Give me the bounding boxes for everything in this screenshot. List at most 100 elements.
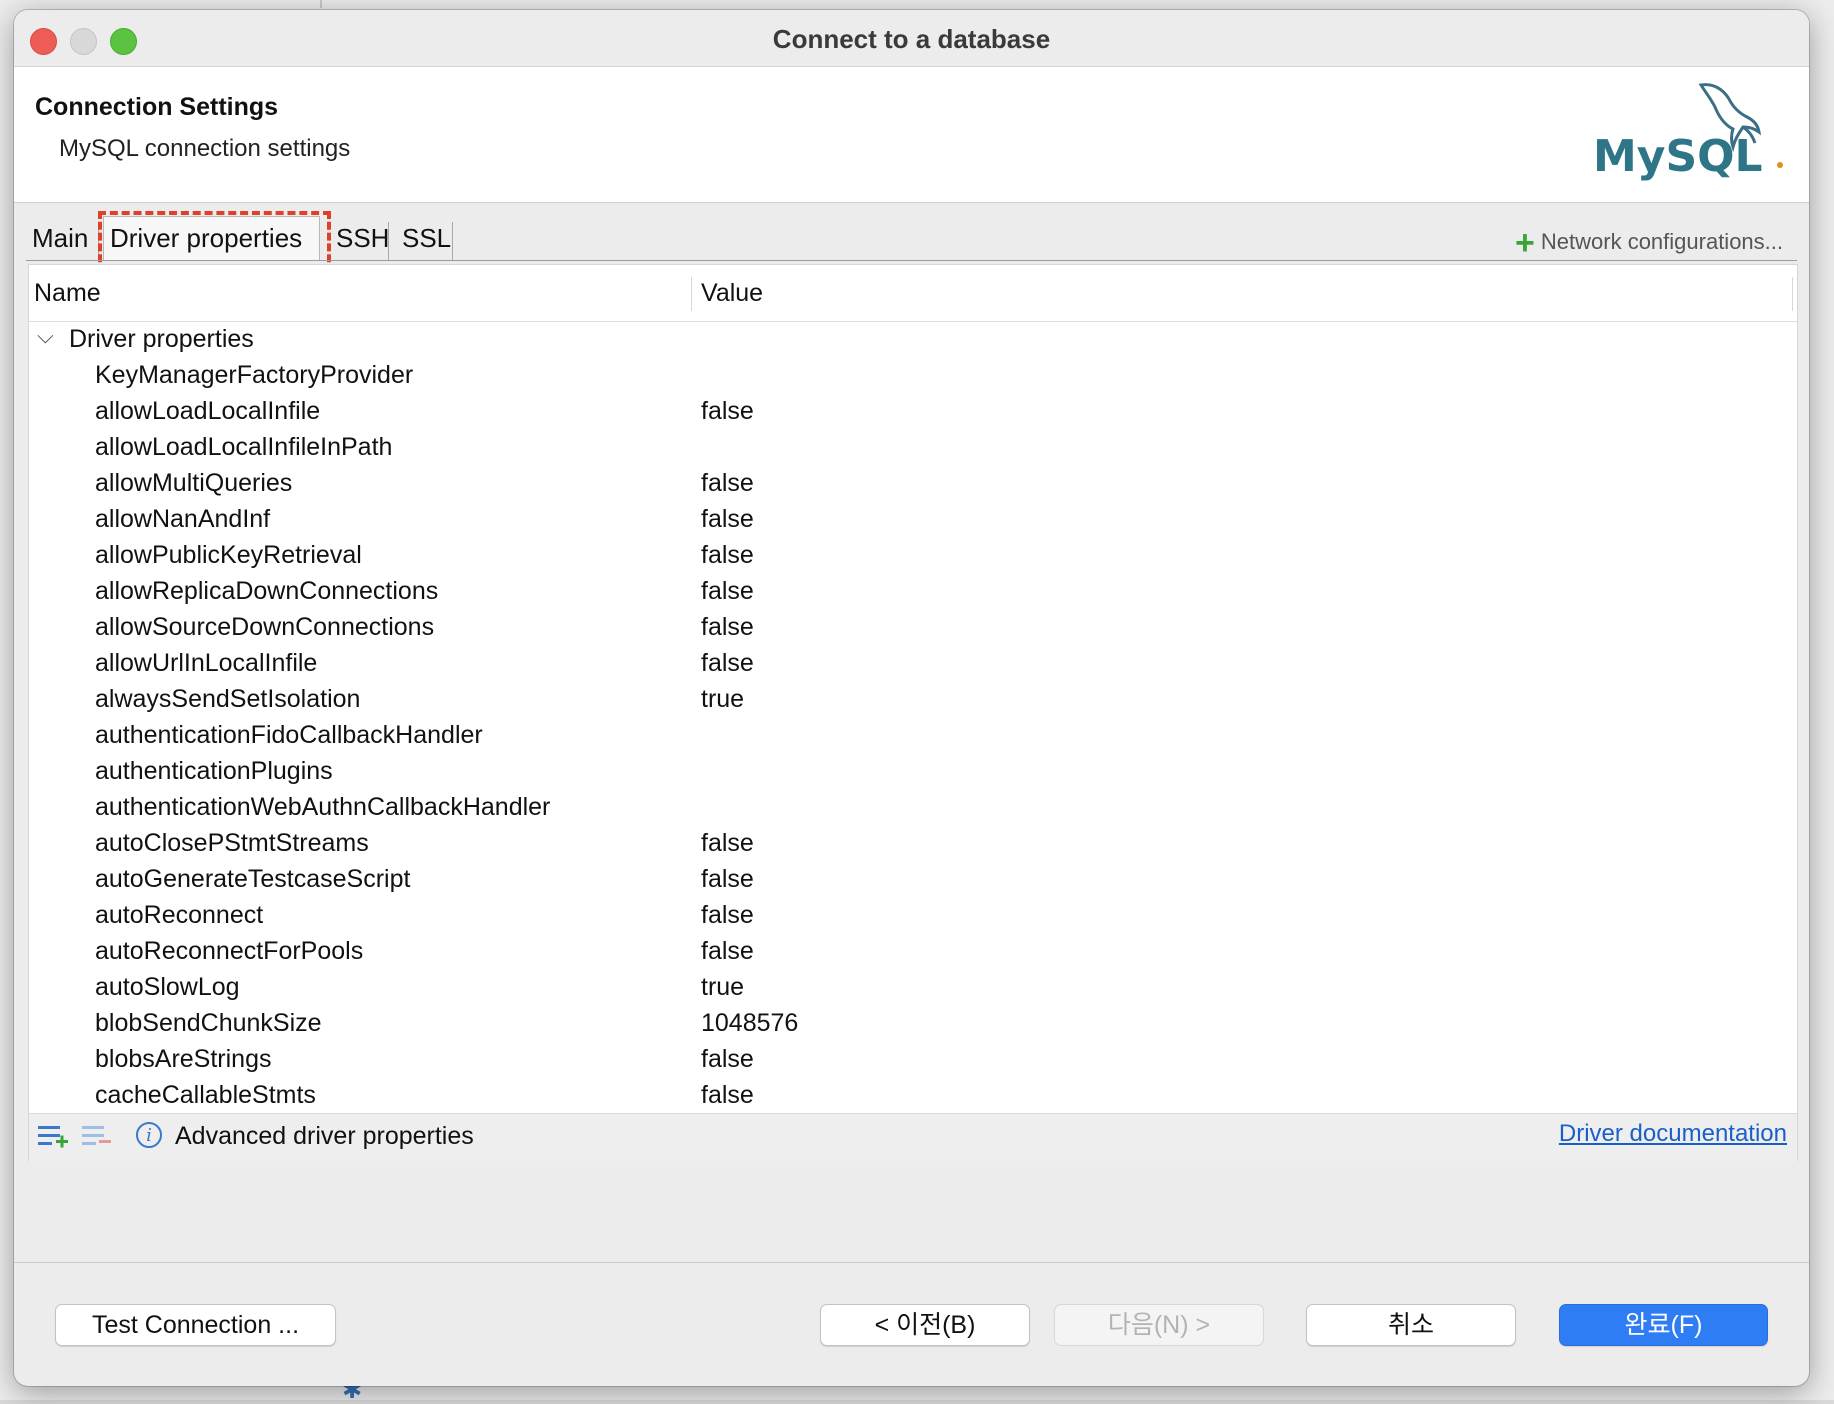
property-name: cacheCallableStmts <box>95 1081 316 1109</box>
table-row[interactable]: autoGenerateTestcaseScript false <box>29 861 1797 897</box>
table-row[interactable]: allowPublicKeyRetrieval false <box>29 537 1797 573</box>
property-value[interactable]: true <box>701 973 744 1002</box>
chevron-down-icon[interactable]: ⌵ <box>37 323 54 349</box>
dialog-window: Connect to a database Connection Setting… <box>14 10 1809 1386</box>
property-value[interactable]: false <box>701 505 754 534</box>
info-icon: i <box>136 1122 162 1148</box>
table-row[interactable]: autoSlowLog true <box>29 969 1797 1005</box>
property-name: allowMultiQueries <box>95 469 293 497</box>
property-value[interactable]: false <box>701 865 754 894</box>
table-row[interactable]: authenticationPlugins <box>29 753 1797 789</box>
back-button[interactable]: < 이전(B) <box>820 1304 1030 1346</box>
property-name: autoReconnect <box>95 901 264 929</box>
property-name: blobSendChunkSize <box>95 1009 322 1037</box>
test-connection-button[interactable]: Test Connection ... <box>55 1304 336 1346</box>
property-name: allowUrlInLocalInfile <box>95 649 318 677</box>
table-row[interactable]: allowUrlInLocalInfile false <box>29 645 1797 681</box>
tab-separator <box>388 222 389 260</box>
table-row[interactable]: alwaysSendSetIsolation true <box>29 681 1797 717</box>
panel-footer: i Advanced driver properties Driver docu… <box>29 1113 1797 1161</box>
tab-ssl[interactable]: SSL <box>396 218 457 258</box>
network-configurations-button[interactable]: + Network configurations... <box>1515 224 1783 263</box>
property-value[interactable]: false <box>701 1045 754 1074</box>
property-name: autoSlowLog <box>95 973 240 1001</box>
network-configurations-label: Network configurations... <box>1540 229 1783 254</box>
mysql-logo-icon: MySQL <box>1593 83 1783 182</box>
table-row[interactable]: autoReconnect false <box>29 897 1797 933</box>
svg-text:MySQL: MySQL <box>1593 131 1763 182</box>
plus-icon: + <box>1515 224 1535 262</box>
property-value[interactable]: false <box>701 613 754 642</box>
tree-group-driver-properties[interactable]: ⌵ Driver properties <box>29 321 1797 357</box>
table-row[interactable]: allowReplicaDownConnections false <box>29 573 1797 609</box>
add-property-icon[interactable] <box>37 1123 69 1151</box>
property-value[interactable]: false <box>701 397 754 426</box>
header-subtitle: MySQL connection settings <box>59 135 351 162</box>
property-value[interactable]: false <box>701 829 754 858</box>
tab-separator <box>98 222 99 260</box>
finish-button[interactable]: 완료(F) <box>1559 1304 1768 1346</box>
title-bar: Connect to a database <box>14 10 1809 67</box>
table-row[interactable]: authenticationFidoCallbackHandler <box>29 717 1797 753</box>
tab-driver-properties[interactable]: Driver properties <box>103 216 320 260</box>
tab-bar: Main Driver properties SSH SSL + Network … <box>14 202 1809 273</box>
property-value[interactable]: false <box>701 1081 754 1110</box>
group-label: Driver properties <box>69 325 254 353</box>
table-row[interactable]: allowSourceDownConnections false <box>29 609 1797 645</box>
property-name: authenticationFidoCallbackHandler <box>95 721 483 749</box>
table-row[interactable]: KeyManagerFactoryProvider <box>29 357 1797 393</box>
property-name: autoReconnectForPools <box>95 937 364 965</box>
tab-ssh[interactable]: SSH <box>330 218 395 258</box>
cancel-button[interactable]: 취소 <box>1306 1304 1516 1346</box>
table-row[interactable]: autoReconnectForPools false <box>29 933 1797 969</box>
properties-tree: ⌵ Driver properties KeyManagerFactoryPro… <box>29 321 1797 1113</box>
column-header-value[interactable]: Value <box>701 279 763 308</box>
property-name: autoGenerateTestcaseScript <box>95 865 411 893</box>
column-divider[interactable] <box>691 277 692 311</box>
property-value[interactable]: false <box>701 649 754 678</box>
property-name: blobsAreStrings <box>95 1045 272 1073</box>
tab-underline <box>26 260 1797 261</box>
property-name: authenticationPlugins <box>95 757 333 785</box>
window-title: Connect to a database <box>772 24 1051 54</box>
background-divider <box>320 0 322 8</box>
property-name: allowLoadLocalInfileInPath <box>95 433 393 461</box>
driver-properties-panel: Name Value ⌵ Driver properties KeyManage… <box>28 264 1798 1161</box>
column-divider <box>1792 277 1793 311</box>
property-value[interactable]: false <box>701 901 754 930</box>
property-name: allowSourceDownConnections <box>95 613 435 641</box>
table-row[interactable]: allowLoadLocalInfile false <box>29 393 1797 429</box>
property-value[interactable]: false <box>701 541 754 570</box>
driver-documentation-link[interactable]: Driver documentation <box>1559 1120 1787 1148</box>
tab-separator <box>452 222 453 260</box>
property-name: alwaysSendSetIsolation <box>95 685 361 713</box>
table-row[interactable]: blobSendChunkSize 1048576 <box>29 1005 1797 1041</box>
property-name: allowNanAndInf <box>95 505 271 533</box>
property-name: allowLoadLocalInfile <box>95 397 321 425</box>
property-value[interactable]: true <box>701 685 744 714</box>
table-row[interactable]: allowLoadLocalInfileInPath <box>29 429 1797 465</box>
property-name: allowPublicKeyRetrieval <box>95 541 362 569</box>
table-row[interactable]: allowMultiQueries false <box>29 465 1797 501</box>
table-row[interactable]: authenticationWebAuthnCallbackHandler <box>29 789 1797 825</box>
property-name: authenticationWebAuthnCallbackHandler <box>95 793 551 821</box>
connection-header: Connection Settings MySQL connection set… <box>14 67 1809 203</box>
advanced-driver-properties-label: Advanced driver properties <box>175 1122 474 1150</box>
column-header-name[interactable]: Name <box>34 279 101 308</box>
header-title: Connection Settings <box>35 93 279 121</box>
table-row[interactable]: cacheCallableStmts false <box>29 1077 1797 1113</box>
property-value[interactable]: 1048576 <box>701 1009 798 1038</box>
property-value[interactable]: false <box>701 937 754 966</box>
table-header: Name Value <box>29 265 1797 322</box>
remove-property-icon[interactable] <box>81 1123 113 1151</box>
property-name: allowReplicaDownConnections <box>95 577 439 605</box>
next-button[interactable]: 다음(N) > <box>1054 1304 1264 1346</box>
table-row[interactable]: blobsAreStrings false <box>29 1041 1797 1077</box>
table-row[interactable]: allowNanAndInf false <box>29 501 1797 537</box>
table-row[interactable]: autoClosePStmtStreams false <box>29 825 1797 861</box>
property-name: KeyManagerFactoryProvider <box>95 361 414 389</box>
property-value[interactable]: false <box>701 577 754 606</box>
property-value[interactable]: false <box>701 469 754 498</box>
tab-main[interactable]: Main <box>26 218 94 258</box>
property-name: autoClosePStmtStreams <box>95 829 369 857</box>
